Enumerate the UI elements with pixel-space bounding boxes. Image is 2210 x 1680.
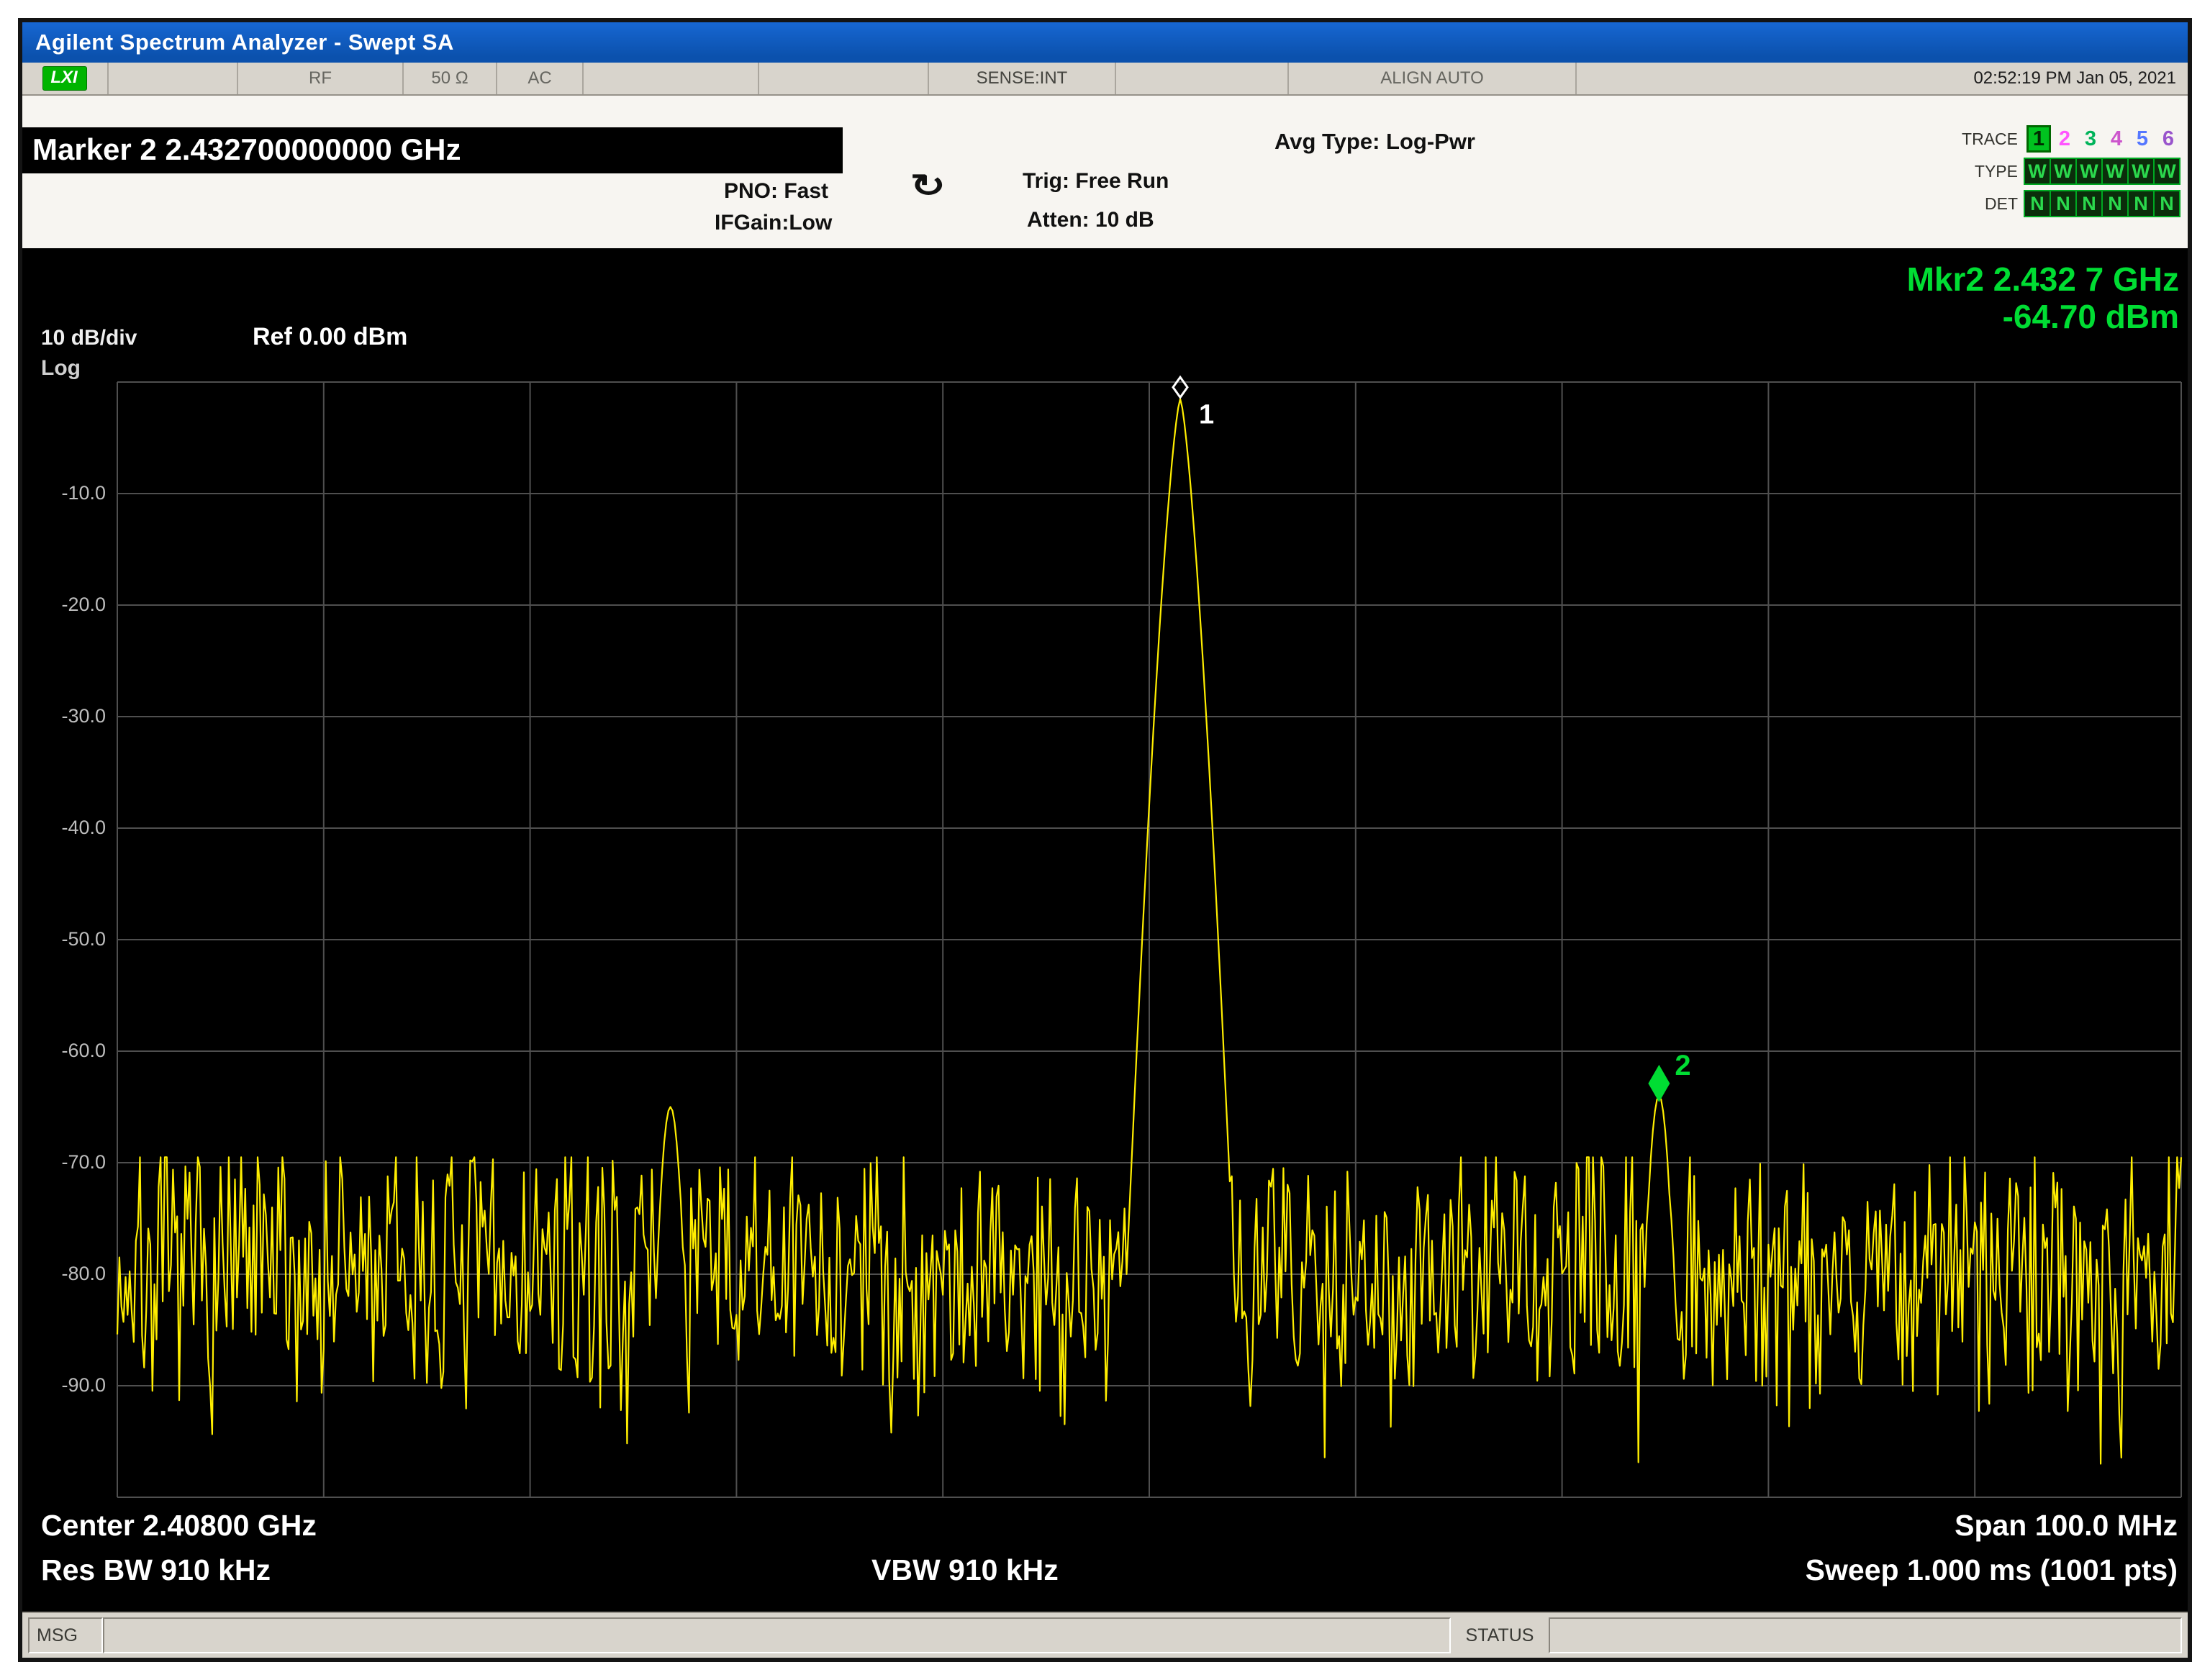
scale-per-div-label: 10 dB/div	[41, 326, 137, 350]
detector-cell: N	[2153, 190, 2180, 217]
trace-row: TRACE 123456	[1962, 124, 2180, 153]
status-impedance: 50 Ω	[404, 63, 497, 94]
pno-annotation: PNO: Fast	[724, 179, 829, 203]
trigger-annotation: Trig: Free Run	[1023, 169, 1169, 193]
screenshot-root: Agilent Spectrum Analyzer - Swept SA LXI…	[0, 0, 2210, 1680]
status-field	[1549, 1617, 2182, 1653]
status-spacer	[1116, 63, 1289, 94]
spectrum-display: 12 -10.0 -20.0 -30.0 -40.0 -50.0 -60.0 -70.0 -8…	[22, 248, 2188, 1612]
detector-cell: N	[2024, 190, 2051, 217]
trace-type-cell: W	[2153, 158, 2180, 185]
status-spacer	[759, 63, 929, 94]
trace-number-5: 5	[2136, 127, 2149, 150]
trace-type-cell: W	[2101, 158, 2129, 185]
lxi-indicator: LXI	[22, 63, 109, 94]
lxi-icon: LXI	[42, 66, 87, 91]
marker-2-diamond-icon	[1648, 1064, 1670, 1102]
trace-numbers: 123456	[2025, 125, 2180, 153]
status-bar: LXI RF 50 Ω AC SENSE:INT ALIGN AUTO 02:5…	[22, 63, 2188, 96]
trace-type-cell: W	[2050, 158, 2077, 185]
y-axis-tick-label: -90.0	[61, 1374, 106, 1396]
marker-2-label: 2	[1675, 1050, 1690, 1081]
msg-field	[103, 1617, 1451, 1653]
log-scale-label: Log	[41, 356, 81, 380]
annotation-bar: Marker 2 2.432700000000 GHz Avg Type: Lo…	[22, 96, 2188, 248]
status-rf: RF	[238, 63, 404, 94]
marker-1-label: 1	[1199, 399, 1214, 430]
ref-level-label: Ref 0.00 dBm	[253, 323, 408, 350]
span-label: Span 100.0 MHz	[1955, 1509, 2178, 1542]
res-bw-label: Res BW 910 kHz	[41, 1553, 271, 1586]
spectrum-plot: 12	[116, 375, 2183, 1498]
trace-number-1: 1	[2026, 125, 2051, 153]
trace-panel: TRACE 123456 TYPE WWWWWW DET NNNNNN	[1962, 124, 2180, 222]
status-coupling: AC	[497, 63, 584, 94]
marker2-freq-readout: Mkr2 2.432 7 GHz	[1906, 260, 2179, 298]
detector-cell: N	[2127, 190, 2155, 217]
status-align: ALIGN AUTO	[1289, 63, 1577, 94]
marker2-level-readout: -64.70 dBm	[2002, 298, 2179, 335]
trace-number-3: 3	[2084, 127, 2097, 150]
detector-cell: N	[2101, 190, 2129, 217]
message-bar: MSG STATUS	[22, 1612, 2188, 1658]
detector-cell: N	[2075, 190, 2103, 217]
detector-cell: N	[2050, 190, 2077, 217]
y-axis-tick-label: -60.0	[61, 1040, 106, 1061]
analyzer-window: Agilent Spectrum Analyzer - Swept SA LXI…	[18, 18, 2192, 1662]
trace-number-4: 4	[2110, 127, 2123, 150]
y-axis-tick-label: -10.0	[61, 482, 106, 504]
detector-row: DET NNNNNN	[1962, 189, 2180, 218]
ifgain-annotation: IFGain:Low	[715, 211, 833, 235]
status-spacer	[584, 63, 759, 94]
avg-type-annotation: Avg Type: Log-Pwr	[1274, 129, 1475, 154]
center-freq-label: Center 2.40800 GHz	[41, 1509, 317, 1542]
trace-type-cell: W	[2127, 158, 2155, 185]
msg-label: MSG	[28, 1617, 103, 1653]
status-label: STATUS	[1465, 1625, 1534, 1645]
window-title-bar: Agilent Spectrum Analyzer - Swept SA	[22, 22, 2188, 63]
y-axis-tick-label: -70.0	[61, 1151, 106, 1173]
y-axis-tick-label: -20.0	[61, 594, 106, 615]
status-sense: SENSE:INT	[929, 63, 1116, 94]
marker-1-diamond-icon	[1172, 375, 1189, 399]
y-axis-tick-label: -80.0	[61, 1263, 106, 1284]
trace-type-cell: W	[2075, 158, 2103, 185]
type-row-label: TYPE	[1974, 161, 2018, 181]
window-title: Agilent Spectrum Analyzer - Swept SA	[35, 29, 454, 55]
y-axis-tick-label: -40.0	[61, 817, 106, 838]
trace-number-6: 6	[2162, 127, 2175, 150]
continuous-sweep-icon: ↻	[910, 168, 946, 204]
status-spacer	[109, 63, 238, 94]
trace-row-label: TRACE	[1962, 129, 2018, 148]
sweep-label: Sweep 1.000 ms (1001 pts)	[1805, 1553, 2178, 1586]
trace-type-cell: W	[2024, 158, 2051, 185]
vbw-label: VBW 910 kHz	[871, 1553, 1059, 1586]
trace-detectors: NNNNNN	[2024, 190, 2180, 217]
trace-type-row: TYPE WWWWWW	[1962, 157, 2180, 186]
status-datetime: 02:52:19 PM Jan 05, 2021	[1973, 68, 2176, 88]
marker-readout-bar: Marker 2 2.432700000000 GHz	[22, 127, 843, 173]
attenuation-annotation: Atten: 10 dB	[1027, 208, 1154, 232]
trace-types: WWWWWW	[2024, 158, 2180, 185]
det-row-label: DET	[1985, 194, 2018, 213]
trace-number-2: 2	[2058, 127, 2071, 150]
y-axis-tick-label: -50.0	[61, 928, 106, 950]
y-axis-tick-label: -30.0	[61, 705, 106, 727]
